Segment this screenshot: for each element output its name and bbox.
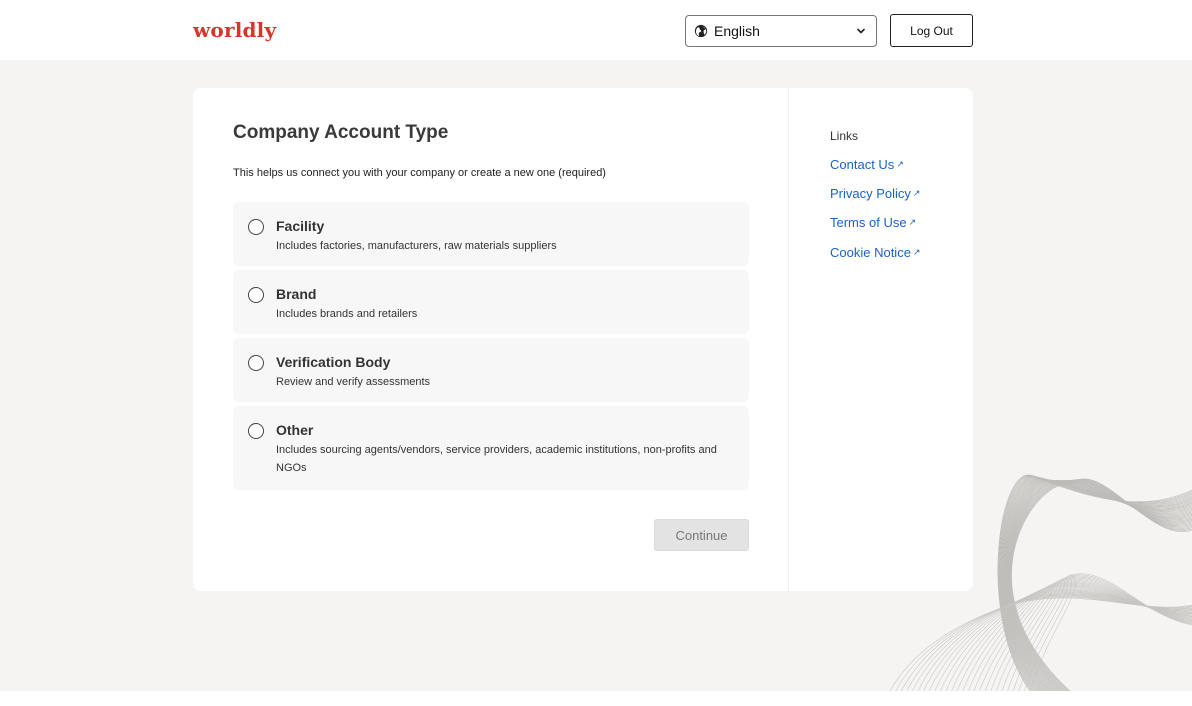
account-type-card: Company Account Type This helps us conne…	[193, 88, 973, 591]
option-verification-body[interactable]: Verification Body Review and verify asse…	[233, 338, 749, 402]
link-label: Terms of Use	[830, 215, 907, 230]
log-out-button[interactable]: Log Out	[890, 14, 973, 47]
option-brand[interactable]: Brand Includes brands and retailers	[233, 270, 749, 334]
external-link-icon: ↗	[912, 247, 921, 257]
language-value: English	[714, 23, 760, 39]
page-subtitle: This helps us connect you with your comp…	[233, 167, 606, 179]
worldly-logo[interactable]: worldly	[193, 18, 276, 42]
option-title: Other	[276, 422, 314, 438]
link-label: Contact Us	[830, 157, 895, 172]
chevron-down-icon	[857, 28, 865, 34]
globe-icon	[694, 24, 708, 38]
language-select[interactable]: English	[685, 15, 877, 47]
external-link-icon: ↗	[912, 188, 921, 198]
option-description: Review and verify assessments	[276, 376, 431, 388]
option-other[interactable]: Other Includes sourcing agents/vendors, …	[233, 406, 749, 490]
radio-brand[interactable]	[248, 287, 264, 303]
cookie-notice-link[interactable]: Cookie Notice ↗	[830, 245, 920, 260]
page-title: Company Account Type	[233, 122, 449, 143]
option-description: Includes factories, manufacturers, raw m…	[276, 240, 557, 252]
link-label: Cookie Notice	[830, 245, 911, 260]
privacy-policy-link[interactable]: Privacy Policy ↗	[830, 186, 920, 201]
radio-verification-body[interactable]	[248, 355, 264, 371]
top-bar: worldly English Log Out	[0, 0, 1192, 60]
external-link-icon: ↗	[896, 159, 904, 169]
card-divider	[788, 88, 789, 591]
radio-facility[interactable]	[248, 219, 264, 235]
option-facility[interactable]: Facility Includes factories, manufacture…	[233, 202, 749, 266]
links-heading: Links	[830, 129, 859, 143]
continue-button[interactable]: Continue	[654, 519, 749, 551]
option-description: Includes sourcing agents/vendors, servic…	[276, 444, 717, 474]
radio-other[interactable]	[248, 423, 264, 439]
option-title: Brand	[276, 286, 317, 302]
terms-of-use-link[interactable]: Terms of Use ↗	[830, 215, 916, 230]
option-title: Facility	[276, 218, 325, 234]
contact-us-link[interactable]: Contact Us ↗	[830, 157, 904, 172]
option-title: Verification Body	[276, 354, 391, 370]
option-description: Includes brands and retailers	[276, 308, 418, 320]
link-label: Privacy Policy	[830, 186, 911, 201]
external-link-icon: ↗	[908, 217, 917, 227]
